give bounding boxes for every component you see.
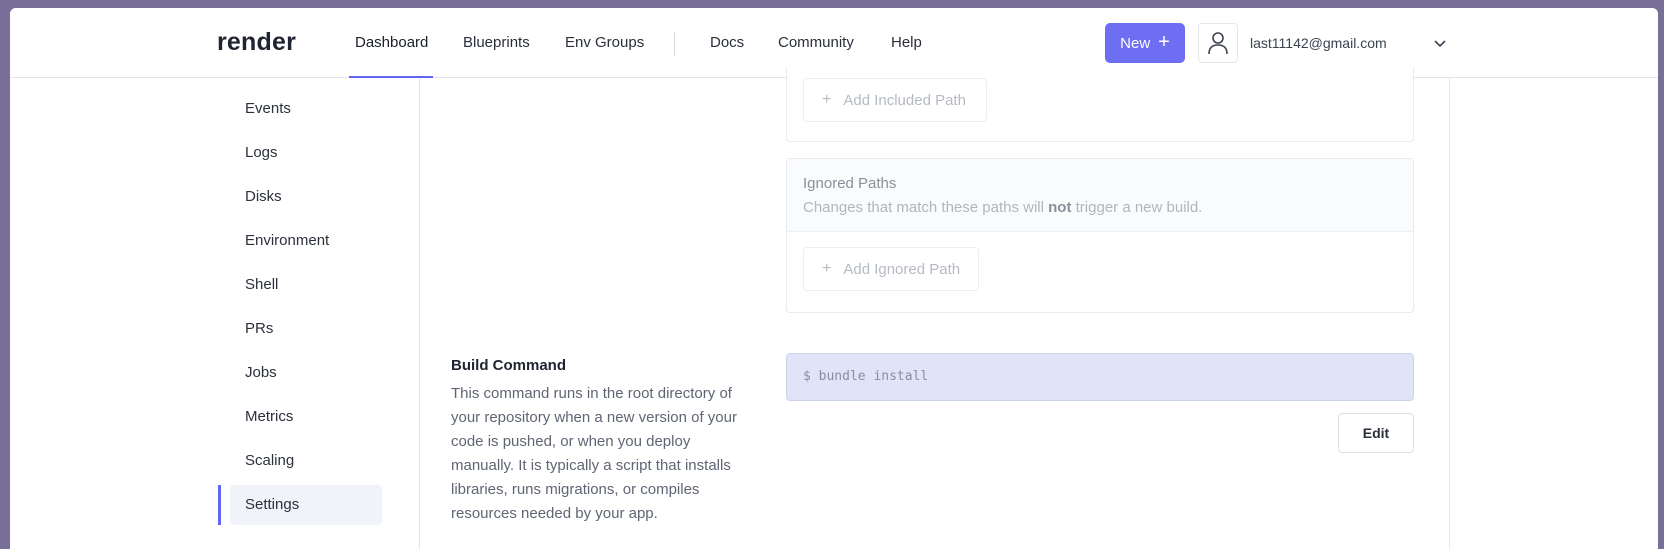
content-divider-left — [419, 78, 420, 549]
sidebar-item-logs[interactable]: Logs — [230, 134, 382, 172]
edit-build-command-button[interactable]: Edit — [1338, 413, 1414, 453]
chevron-down-icon[interactable] — [1433, 36, 1447, 50]
sidebar-item-jobs[interactable]: Jobs — [230, 354, 382, 392]
nav-env-groups[interactable]: Env Groups — [565, 34, 644, 51]
ignored-paths-header: Ignored Paths Changes that match these p… — [787, 159, 1413, 232]
ignored-paths-desc-bold: not — [1048, 199, 1072, 216]
browser-window: render Dashboard Blueprints Env Groups D… — [10, 8, 1658, 549]
sidebar-item-scaling[interactable]: Scaling — [230, 442, 382, 480]
sidebar-item-metrics[interactable]: Metrics — [230, 398, 382, 436]
nav-dashboard[interactable]: Dashboard — [355, 34, 428, 51]
nav-active-indicator — [349, 76, 433, 78]
new-button-label: New — [1120, 34, 1151, 52]
build-command-title: Build Command — [451, 357, 566, 374]
add-ignored-path-button[interactable]: + Add Ignored Path — [803, 247, 979, 291]
user-icon — [1208, 32, 1228, 55]
add-included-path-button[interactable]: + Add Included Path — [803, 78, 987, 122]
ignored-paths-title: Ignored Paths — [803, 175, 897, 192]
nav-help[interactable]: Help — [891, 34, 922, 51]
plus-icon: + — [822, 91, 832, 108]
build-command-description: This command runs in the root directory … — [451, 385, 737, 522]
sidebar-item-shell[interactable]: Shell — [230, 266, 382, 304]
nav-docs[interactable]: Docs — [710, 34, 744, 51]
add-ignored-path-label: Add Ignored Path — [843, 260, 961, 278]
build-command-value: bundle install — [818, 369, 929, 384]
ignored-paths-desc-text: Changes that match these paths will — [803, 199, 1049, 216]
ignored-paths-panel: Ignored Paths Changes that match these p… — [786, 158, 1414, 313]
user-email[interactable]: last11142@gmail.com — [1250, 35, 1387, 51]
sidebar-item-settings[interactable]: Settings — [230, 485, 382, 525]
content-divider-right — [1449, 78, 1450, 549]
ignored-paths-desc-tail: trigger a new build. — [1071, 199, 1203, 216]
add-included-path-label: Add Included Path — [843, 91, 966, 109]
new-button[interactable]: New + — [1105, 23, 1185, 63]
user-avatar[interactable] — [1198, 23, 1238, 63]
nav-divider — [674, 32, 675, 56]
nav-community[interactable]: Community — [778, 34, 854, 51]
build-command-field[interactable]: $ bundle install — [786, 353, 1414, 401]
ignored-paths-description: Changes that match these paths will not … — [803, 199, 1202, 216]
included-paths-panel: + Add Included Path — [786, 68, 1414, 142]
plus-icon: + — [822, 260, 832, 277]
command-prompt: $ — [803, 369, 811, 384]
sidebar-active-indicator — [218, 485, 221, 525]
plus-icon: + — [1158, 31, 1170, 53]
sidebar-item-events[interactable]: Events — [230, 90, 382, 128]
sidebar-item-disks[interactable]: Disks — [230, 178, 382, 216]
render-logo[interactable]: render — [217, 28, 296, 57]
sidebar-item-environment[interactable]: Environment — [230, 222, 382, 260]
nav-blueprints[interactable]: Blueprints — [463, 34, 530, 51]
sidebar-item-prs[interactable]: PRs — [230, 310, 382, 348]
